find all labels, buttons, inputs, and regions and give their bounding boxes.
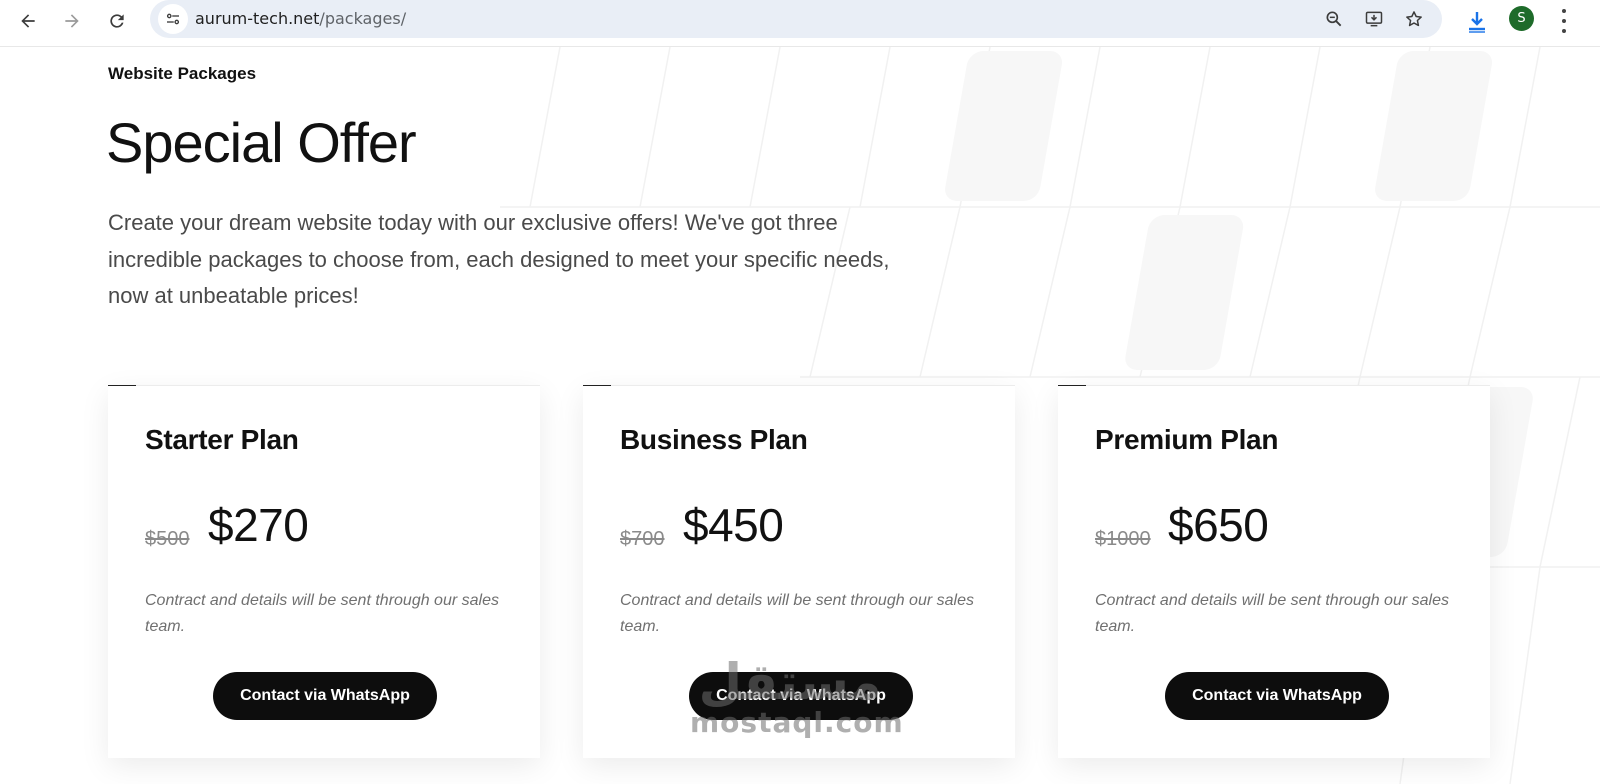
site-info-button[interactable] (158, 4, 188, 34)
current-price: $450 (683, 499, 784, 551)
back-icon (21, 14, 35, 28)
install-app-icon (1365, 11, 1383, 27)
old-price: $1000 (1095, 528, 1151, 550)
card-accent-line (108, 385, 136, 386)
current-price: $270 (208, 499, 309, 551)
menu-dots-icon[interactable] (1558, 9, 1570, 33)
intro-line: now at unbeatable prices! (108, 283, 359, 308)
reload-button[interactable] (102, 6, 132, 36)
page-content: Website Packages Special Offer Create yo… (0, 47, 1600, 784)
intro-paragraph: Create your dream website today with our… (108, 205, 968, 315)
back-button[interactable] (13, 6, 43, 36)
card-divider (136, 385, 540, 386)
card-divider (611, 385, 1015, 386)
card-divider (1086, 385, 1490, 386)
profile-avatar[interactable]: S (1509, 6, 1534, 31)
zoom-button[interactable] (1322, 7, 1346, 31)
old-price: $700 (620, 528, 665, 550)
section-eyebrow: Website Packages (108, 64, 257, 83)
intro-line: Create your dream website today with our… (108, 210, 838, 235)
install-app-button[interactable] (1362, 7, 1386, 31)
forward-icon (65, 14, 79, 28)
bookmark-button[interactable] (1402, 7, 1426, 31)
card-accent-line (583, 385, 611, 386)
current-price: $650 (1168, 499, 1269, 551)
url-text[interactable]: aurum-tech.net/packages/ (195, 9, 406, 28)
zoom-icon (1326, 11, 1342, 27)
forward-button[interactable] (57, 6, 87, 36)
url-path: /packages/ (319, 9, 407, 28)
card-accent-line (1058, 385, 1086, 386)
plan-note: Contract and details will be sent throug… (620, 592, 974, 635)
plan-note: Contract and details will be sent throug… (145, 592, 499, 635)
site-info-icon (166, 13, 180, 25)
contact-whatsapp-button-business[interactable]: Contact via WhatsApp (689, 672, 913, 720)
url-host: aurum-tech.net (195, 9, 320, 28)
plan-note: Contract and details will be sent throug… (1095, 592, 1449, 635)
intro-line: incredible packages to choose from, each… (108, 246, 890, 272)
plan-name: Starter Plan (145, 424, 299, 455)
contact-whatsapp-button-starter[interactable]: Contact via WhatsApp (213, 672, 437, 720)
old-price: $500 (145, 528, 190, 550)
plan-name: Premium Plan (1095, 424, 1279, 455)
address-bar[interactable]: aurum-tech.net/packages/ (150, 0, 1442, 38)
contact-whatsapp-button-premium[interactable]: Contact via WhatsApp (1165, 672, 1389, 720)
reload-icon (110, 14, 124, 28)
downloads-button[interactable] (1462, 5, 1492, 37)
browser-toolbar: aurum-tech.net/packages/ S (0, 0, 1600, 47)
download-icon (1469, 12, 1485, 33)
plan-name: Business Plan (620, 424, 808, 455)
page-title: Special Offer (106, 111, 417, 174)
bookmark-star-icon (1406, 11, 1422, 27)
